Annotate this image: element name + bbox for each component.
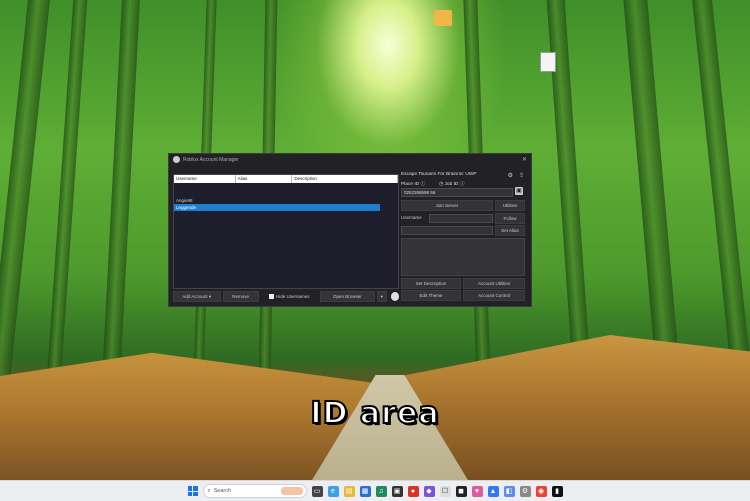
- task-view-icon[interactable]: ▭: [311, 485, 323, 497]
- server-panel: Escape Tsunami For Brainrot: UWP ⚙ ⇪ Pla…: [401, 168, 527, 302]
- title-bar[interactable]: Roblox Account Manager ✕: [169, 154, 531, 165]
- hide-usernames-label: Hide Usernames: [276, 293, 310, 299]
- bottom-toolbar: Add Account ▾ Remove Hide Usernames Open…: [173, 290, 399, 302]
- account-row[interactable]: Angie88: [174, 197, 398, 204]
- app-icon-blue2[interactable]: ◧: [503, 485, 515, 497]
- place-id-label: Place ID ⓘ: [401, 182, 426, 187]
- search-highlight-image: [280, 487, 303, 495]
- share-icon[interactable]: ⇪: [519, 172, 524, 179]
- set-description-button[interactable]: Set Description: [401, 278, 461, 289]
- game-title: Escape Tsunami For Brainrot: UWP: [401, 172, 477, 177]
- hide-usernames-checkbox[interactable]: [269, 293, 275, 299]
- username-input[interactable]: [429, 214, 493, 223]
- open-browser-button[interactable]: Open Browser: [319, 290, 375, 302]
- taskbar-search[interactable]: ⌕ Search: [202, 484, 307, 498]
- search-placeholder: Search: [213, 488, 232, 494]
- job-id-label: ◷ Job ID ⓘ: [439, 182, 465, 187]
- account-manager-window: Roblox Account Manager ✕ Username Alias …: [168, 153, 532, 307]
- app-icon-pink[interactable]: ♥: [471, 485, 483, 497]
- app-icon-red[interactable]: ●: [407, 485, 419, 497]
- account-control-button[interactable]: Account Control: [463, 290, 525, 301]
- roblox-icon[interactable]: ◼: [455, 485, 467, 497]
- desktop-folder-icon[interactable]: [434, 10, 452, 26]
- open-browser-dropdown-icon[interactable]: ▾: [376, 290, 387, 302]
- utilities-button[interactable]: Utilities: [495, 200, 525, 211]
- bamboo-stalk: [45, 0, 89, 400]
- column-header-username[interactable]: Username: [174, 175, 236, 183]
- column-header-alias[interactable]: Alias: [236, 175, 293, 183]
- app-icon: [173, 156, 180, 163]
- bamboo-stalk: [0, 0, 53, 400]
- copy-id-icon[interactable]: ▣: [515, 187, 523, 195]
- account-row-selected[interactable]: Leggende: [174, 204, 380, 211]
- chrome-icon[interactable]: ◉: [535, 485, 547, 497]
- close-icon[interactable]: ✕: [522, 156, 527, 163]
- windows-start-icon[interactable]: [187, 486, 198, 496]
- account-list[interactable]: Username Alias Description Angie88 Legge…: [173, 174, 399, 289]
- hide-usernames-toggle[interactable]: Hide Usernames: [261, 291, 318, 302]
- app-icon-light[interactable]: ☐: [439, 485, 451, 497]
- search-icon: ⌕: [207, 487, 211, 494]
- alias-input[interactable]: [401, 226, 493, 235]
- file-explorer-icon[interactable]: ▤: [343, 485, 355, 497]
- list-header: Username Alias Description: [174, 175, 398, 183]
- add-account-button[interactable]: Add Account ▾: [173, 290, 221, 302]
- settings-icon[interactable]: [390, 291, 399, 301]
- edge-browser-icon[interactable]: e: [327, 485, 339, 497]
- edit-theme-button[interactable]: Edit Theme: [401, 290, 461, 301]
- follow-button[interactable]: Follow: [495, 213, 525, 224]
- video-caption: ID area: [309, 395, 440, 432]
- set-alias-button[interactable]: Set Alias: [495, 225, 525, 236]
- desktop-file-icon[interactable]: [540, 52, 556, 72]
- store-icon[interactable]: ▦: [359, 485, 371, 497]
- join-server-button[interactable]: Join Server: [401, 200, 493, 211]
- column-header-description[interactable]: Description: [292, 175, 398, 183]
- bamboo-stalk: [689, 0, 750, 400]
- place-id-input[interactable]: 0252266598 56: [401, 188, 513, 197]
- gear-icon[interactable]: ⚙: [508, 172, 513, 179]
- app-icon-purple[interactable]: ◆: [423, 485, 435, 497]
- account-utilities-button[interactable]: Account Utilities: [463, 278, 525, 289]
- app-icon-black[interactable]: ▮: [551, 485, 563, 497]
- description-textarea[interactable]: [401, 238, 525, 276]
- app-icon-gray[interactable]: ⚙: [519, 485, 531, 497]
- app-icon-green[interactable]: ♫: [375, 485, 387, 497]
- window-title: Roblox Account Manager: [183, 156, 239, 163]
- app-icon-dark[interactable]: ▣: [391, 485, 403, 497]
- taskbar: ⌕ Search ▭ e ▤ ▦ ♫ ▣ ● ◆ ☐ ◼ ♥ ▲ ◧ ⚙ ◉ ▮: [0, 480, 750, 501]
- remove-button[interactable]: Remove: [222, 290, 259, 302]
- app-icon-blue[interactable]: ▲: [487, 485, 499, 497]
- bamboo-stalk: [100, 0, 142, 400]
- username-label: Username: [401, 215, 422, 220]
